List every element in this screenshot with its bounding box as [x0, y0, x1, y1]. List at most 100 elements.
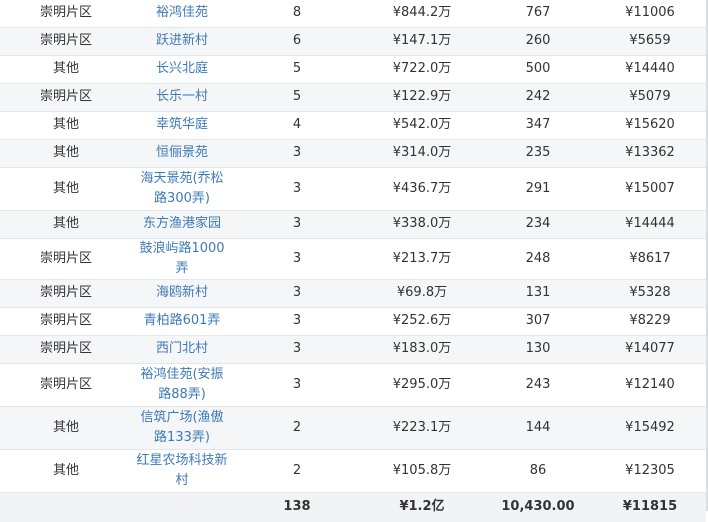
row-size: 347: [482, 111, 594, 140]
summary-row: 138 ¥1.2亿 10,430.00 ¥11815: [0, 492, 706, 522]
row-area: 其他: [0, 139, 132, 168]
row-total: ¥122.9万: [362, 83, 482, 112]
row-name[interactable]: 裕鸿佳苑(安振路88弄): [132, 363, 232, 407]
table-row: 其他 信筑广场(渔傲路133弄) 2 ¥223.1万 144 ¥15492: [0, 406, 706, 450]
row-size: 234: [482, 210, 594, 239]
row-count: 5: [232, 55, 362, 84]
row-name[interactable]: 恒俪景苑: [132, 139, 232, 168]
row-name[interactable]: 红星农场科技新村: [132, 449, 232, 493]
table-row: 其他 恒俪景苑 3 ¥314.0万 235 ¥13362: [0, 139, 706, 168]
table-row: 其他 长兴北庭 5 ¥722.0万 500 ¥14440: [0, 55, 706, 84]
row-price: ¥14440: [594, 55, 706, 84]
row-name[interactable]: 东方渔港家园: [132, 210, 232, 239]
table-row: 崇明片区 鼓浪屿路1000弄 3 ¥213.7万 248 ¥8617: [0, 238, 706, 280]
row-name[interactable]: 长兴北庭: [132, 55, 232, 84]
row-area: 其他: [0, 210, 132, 239]
row-count: 3: [232, 335, 362, 364]
row-area: 崇明片区: [0, 0, 132, 28]
row-area: 崇明片区: [0, 363, 132, 407]
row-total: ¥722.0万: [362, 55, 482, 84]
summary-count: 138: [232, 492, 362, 522]
row-count: 2: [232, 449, 362, 493]
row-price: ¥15007: [594, 167, 706, 211]
row-name[interactable]: 长乐一村: [132, 83, 232, 112]
row-name[interactable]: 海鸥新村: [132, 279, 232, 308]
table-row: 崇明片区 青柏路601弄 3 ¥252.6万 307 ¥8229: [0, 307, 706, 336]
row-area: 崇明片区: [0, 27, 132, 56]
row-total: ¥844.2万: [362, 0, 482, 28]
row-area: 崇明片区: [0, 335, 132, 364]
row-area: 其他: [0, 167, 132, 211]
row-count: 3: [232, 238, 362, 280]
table-row: 崇明片区 长乐一村 5 ¥122.9万 242 ¥5079: [0, 83, 706, 112]
row-price: ¥15620: [594, 111, 706, 140]
row-count: 3: [232, 210, 362, 239]
row-total: ¥213.7万: [362, 238, 482, 280]
row-count: 3: [232, 279, 362, 308]
row-price: ¥14444: [594, 210, 706, 239]
row-total: ¥338.0万: [362, 210, 482, 239]
row-size: 242: [482, 83, 594, 112]
row-price: ¥12140: [594, 363, 706, 407]
listing-table: 崇明片区 裕鸿佳苑 8 ¥844.2万 767 ¥11006 崇明片区 跃进新村 6 ¥147.1…: [0, 0, 706, 522]
row-count: 3: [232, 167, 362, 211]
row-area: 其他: [0, 406, 132, 450]
summary-total: ¥1.2亿: [362, 492, 482, 522]
table-row: 其他 幸筑华庭 4 ¥542.0万 347 ¥15620: [0, 111, 706, 140]
row-total: ¥252.6万: [362, 307, 482, 336]
summary-size: 10,430.00: [482, 492, 594, 522]
row-size: 307: [482, 307, 594, 336]
row-size: 767: [482, 0, 594, 28]
row-area: 崇明片区: [0, 238, 132, 280]
row-size: 130: [482, 335, 594, 364]
row-price: ¥15492: [594, 406, 706, 450]
row-price: ¥5079: [594, 83, 706, 112]
row-price: ¥8229: [594, 307, 706, 336]
row-area: 崇明片区: [0, 307, 132, 336]
row-total: ¥542.0万: [362, 111, 482, 140]
row-total: ¥223.1万: [362, 406, 482, 450]
row-name[interactable]: 跃进新村: [132, 27, 232, 56]
row-total: ¥183.0万: [362, 335, 482, 364]
row-count: 8: [232, 0, 362, 28]
row-size: 243: [482, 363, 594, 407]
row-name[interactable]: 信筑广场(渔傲路133弄): [132, 406, 232, 450]
table-row: 其他 红星农场科技新村 2 ¥105.8万 86 ¥12305: [0, 449, 706, 493]
row-price: ¥13362: [594, 139, 706, 168]
summary-price: ¥11815: [594, 492, 706, 522]
row-total: ¥436.7万: [362, 167, 482, 211]
row-area: 崇明片区: [0, 279, 132, 308]
row-size: 86: [482, 449, 594, 493]
summary-name: [132, 492, 232, 522]
row-area: 其他: [0, 55, 132, 84]
listing-table-container: 崇明片区 裕鸿佳苑 8 ¥844.2万 767 ¥11006 崇明片区 跃进新村 6 ¥147.1…: [0, 0, 708, 522]
row-size: 260: [482, 27, 594, 56]
row-name[interactable]: 青柏路601弄: [132, 307, 232, 336]
row-area: 其他: [0, 449, 132, 493]
row-count: 2: [232, 406, 362, 450]
table-row: 崇明片区 裕鸿佳苑 8 ¥844.2万 767 ¥11006: [0, 0, 706, 28]
row-area: 其他: [0, 111, 132, 140]
row-size: 235: [482, 139, 594, 168]
row-name[interactable]: 海天景苑(乔松路300弄): [132, 167, 232, 211]
row-count: 4: [232, 111, 362, 140]
row-size: 144: [482, 406, 594, 450]
row-count: 3: [232, 139, 362, 168]
row-name[interactable]: 幸筑华庭: [132, 111, 232, 140]
row-name[interactable]: 裕鸿佳苑: [132, 0, 232, 28]
row-name[interactable]: 鼓浪屿路1000弄: [132, 238, 232, 280]
row-total: ¥147.1万: [362, 27, 482, 56]
row-price: ¥11006: [594, 0, 706, 28]
row-price: ¥5328: [594, 279, 706, 308]
row-count: 6: [232, 27, 362, 56]
row-price: ¥5659: [594, 27, 706, 56]
table-row: 崇明片区 海鸥新村 3 ¥69.8万 131 ¥5328: [0, 279, 706, 308]
row-name[interactable]: 西门北村: [132, 335, 232, 364]
table-row: 崇明片区 裕鸿佳苑(安振路88弄) 3 ¥295.0万 243 ¥12140: [0, 363, 706, 407]
table-row: 崇明片区 跃进新村 6 ¥147.1万 260 ¥5659: [0, 27, 706, 56]
table-row: 其他 海天景苑(乔松路300弄) 3 ¥436.7万 291 ¥15007: [0, 167, 706, 211]
row-size: 500: [482, 55, 594, 84]
row-price: ¥8617: [594, 238, 706, 280]
row-size: 131: [482, 279, 594, 308]
row-price: ¥14077: [594, 335, 706, 364]
